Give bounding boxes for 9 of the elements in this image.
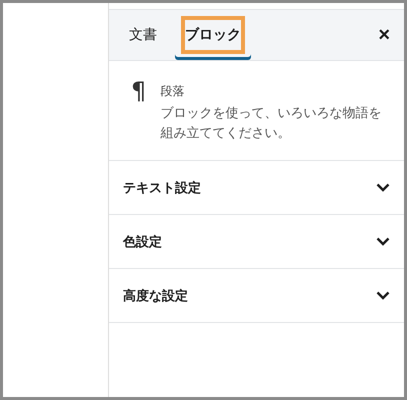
- tab[interactable]: ブロック: [175, 10, 251, 60]
- paragraph-icon: ¶: [131, 79, 146, 103]
- panel-title: 色設定: [123, 234, 162, 250]
- close-button[interactable]: ×: [364, 10, 404, 60]
- block-title: 段落: [160, 83, 186, 100]
- tab[interactable]: 文書: [119, 10, 167, 60]
- panel-title: 高度な設定: [123, 288, 188, 304]
- panel-title: テキスト設定: [123, 180, 201, 196]
- block-description: ブロックを使って、いろいろな物語を組み立ててください。: [160, 105, 382, 143]
